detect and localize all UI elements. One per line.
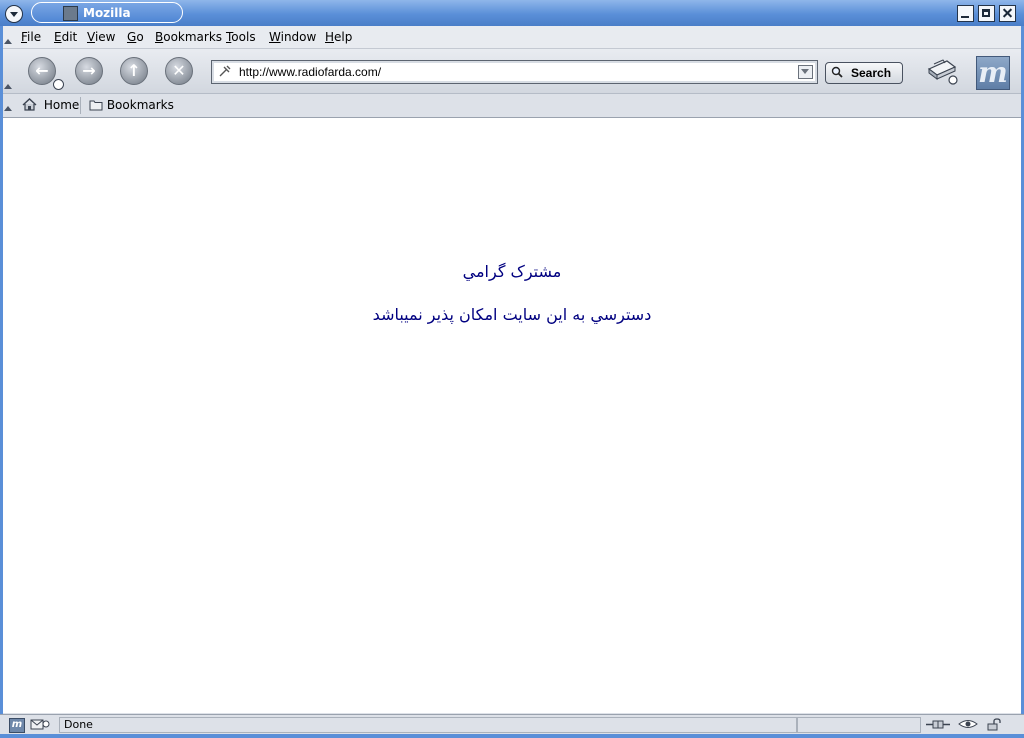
mozilla-app-icon (63, 6, 78, 21)
home-icon (22, 98, 37, 111)
menu-edit[interactable]: Edit (54, 30, 77, 44)
privacy-eye-icon[interactable] (958, 718, 978, 731)
menu-bar: File Edit View Go Bookmarks Tools Window… (0, 26, 1024, 49)
search-button[interactable]: Search (825, 62, 903, 84)
forward-arrow-icon: → (82, 61, 96, 80)
personalbar-grip-icon[interactable] (4, 106, 12, 111)
window-border-left (0, 26, 3, 734)
back-button[interactable]: ← (28, 57, 56, 85)
menu-go[interactable]: Go (127, 30, 144, 44)
menu-window[interactable]: Window (269, 30, 316, 44)
window-menu-button[interactable] (5, 5, 23, 23)
close-button[interactable] (999, 5, 1016, 22)
navbar-grip-icon[interactable] (4, 84, 12, 89)
greeting-text: مشترک گرامي (462, 262, 562, 281)
mozilla-throbber-icon[interactable]: m (976, 56, 1010, 90)
title-bar: Mozilla (0, 0, 1024, 26)
reload-button[interactable]: ↑ (120, 57, 148, 85)
back-arrow-icon: ← (35, 61, 49, 80)
status-text-cell: Done (59, 717, 797, 733)
bookmarks-label: Bookmarks (106, 98, 174, 112)
url-bar[interactable]: http://www.radiofarda.com/ (211, 60, 818, 84)
url-text[interactable]: http://www.radiofarda.com/ (239, 65, 381, 79)
stop-button[interactable]: ✕ (165, 57, 193, 85)
mail-icon[interactable] (30, 718, 50, 731)
minimize-button[interactable] (957, 5, 974, 22)
menu-bookmarks[interactable]: Bookmarks (155, 30, 222, 44)
navigator-icon[interactable]: m (9, 718, 25, 733)
search-label: Search (851, 66, 892, 80)
menu-file[interactable]: File (21, 30, 41, 44)
page-proxy-icon[interactable] (219, 65, 231, 77)
status-bar: m Done (0, 714, 1024, 735)
title-pill: Mozilla (31, 2, 183, 23)
personal-toolbar: Home Bookmarks (0, 94, 1024, 118)
access-denied-text: دسترسي به اين سايت امکان پذير نميباشد (372, 305, 652, 324)
folder-icon (89, 100, 103, 111)
print-icon[interactable] (925, 55, 959, 85)
forward-button[interactable]: → (75, 57, 103, 85)
progress-cell (797, 717, 921, 733)
home-label: Home (43, 98, 80, 112)
toolbar-separator (80, 97, 81, 114)
window-border-bottom (0, 734, 1024, 738)
back-history-dropdown-icon[interactable] (53, 79, 64, 90)
menu-view[interactable]: View (87, 30, 115, 44)
menu-tools[interactable]: Tools (226, 30, 256, 44)
magnifier-icon (831, 66, 843, 78)
menu-help[interactable]: Help (325, 30, 352, 44)
maximize-button[interactable] (978, 5, 995, 22)
security-lock-icon[interactable] (986, 718, 1002, 731)
stop-icon: ✕ (172, 61, 186, 80)
status-text: Done (64, 718, 93, 731)
url-history-dropdown-icon[interactable] (798, 65, 813, 79)
reload-icon: ↑ (127, 61, 141, 80)
online-plug-icon[interactable] (925, 718, 951, 731)
menubar-grip-icon[interactable] (4, 39, 12, 44)
bookmarks-button[interactable]: Bookmarks (89, 97, 174, 114)
window-title: Mozilla (83, 6, 131, 20)
home-button[interactable]: Home (22, 97, 79, 114)
page-content: مشترک گرامي دسترسي به اين سايت امکان پذي… (3, 118, 1021, 713)
